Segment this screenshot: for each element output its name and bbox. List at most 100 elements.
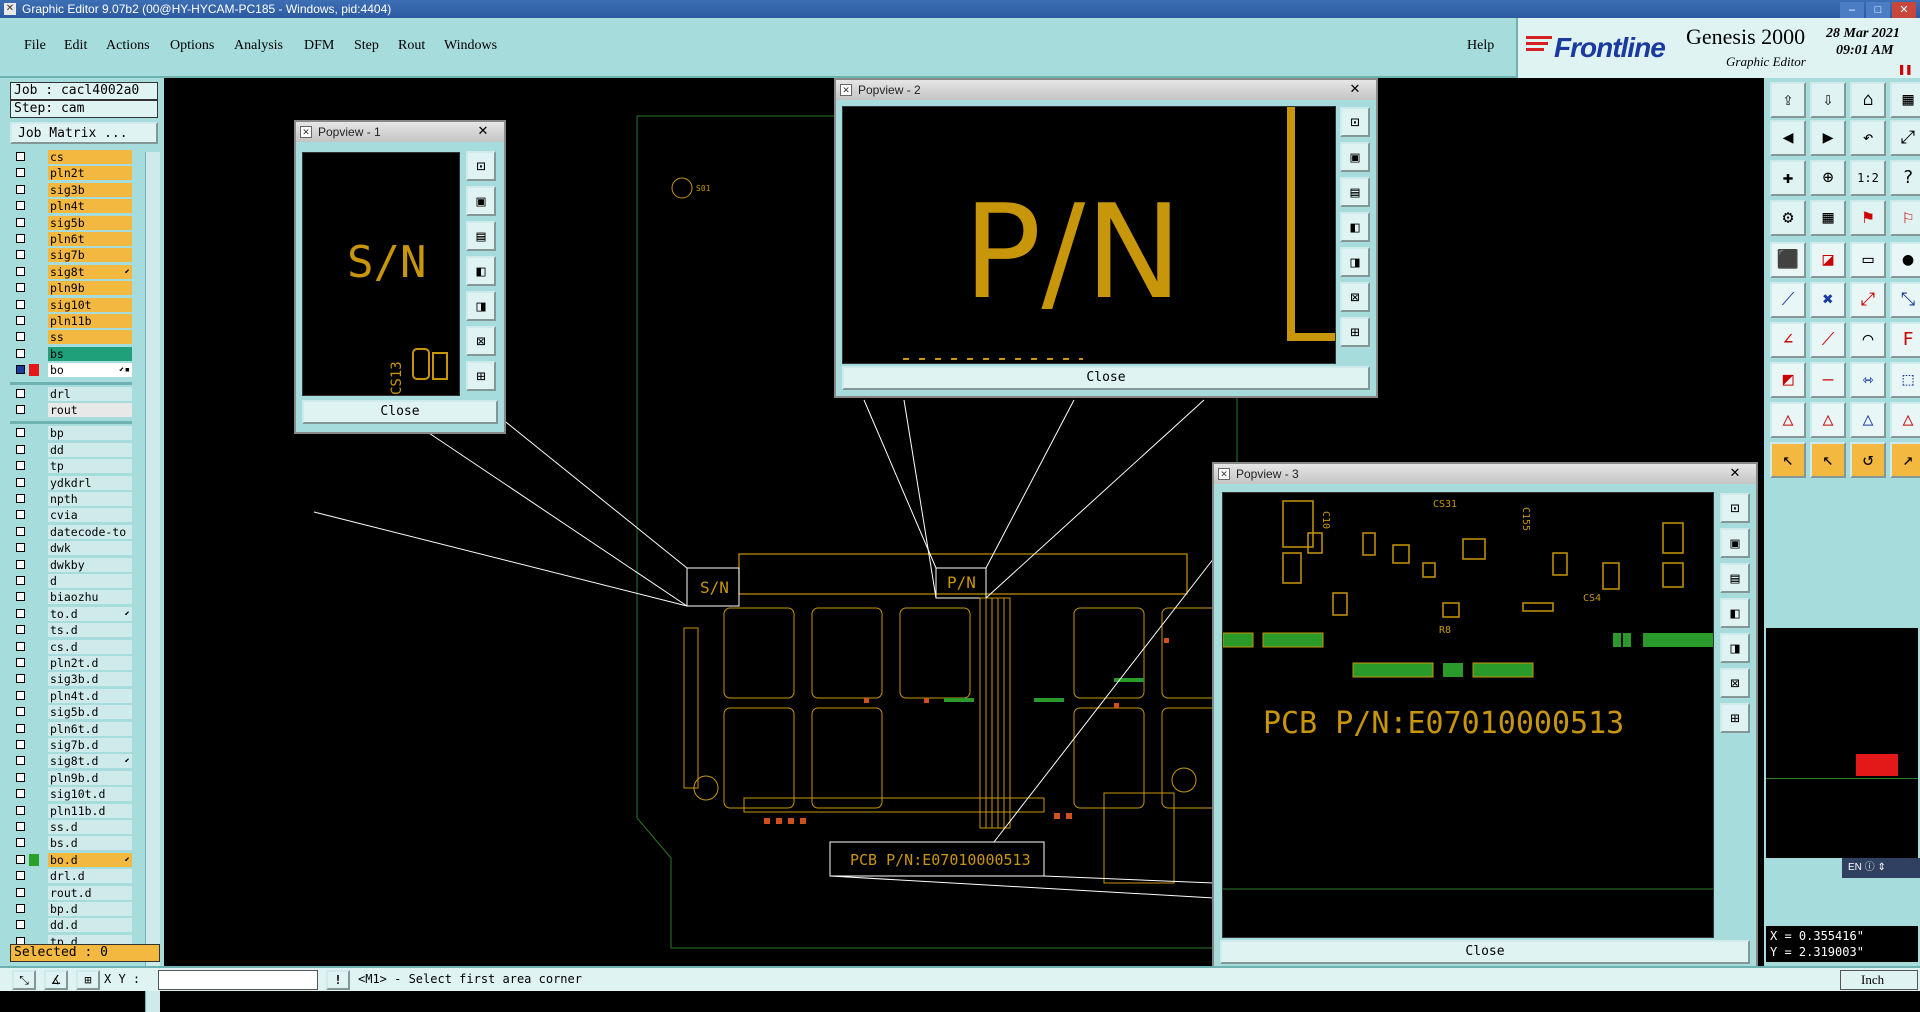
layer-name[interactable]: sig3b.d bbox=[48, 672, 132, 687]
layer-checkbox[interactable] bbox=[16, 184, 25, 194]
popview-3-titlebar[interactable]: ✕ Popview - 3 ✕ bbox=[1214, 464, 1756, 484]
slash-icon[interactable]: ⟋ bbox=[1810, 322, 1846, 358]
layer-row[interactable]: biaozhu bbox=[10, 590, 132, 605]
text-icon[interactable]: F bbox=[1890, 322, 1920, 358]
layer-checkbox[interactable] bbox=[16, 168, 25, 178]
layer-name[interactable]: pln9b bbox=[48, 281, 132, 296]
layer-name[interactable]: sig8t ⬋ bbox=[48, 264, 132, 279]
layer-row[interactable]: drl bbox=[10, 386, 132, 401]
route-icon[interactable]: ⬚ bbox=[1890, 362, 1920, 398]
angle-icon[interactable]: ∠ bbox=[1770, 322, 1806, 358]
pan-right-icon[interactable]: ◨ bbox=[466, 291, 496, 321]
popview-1-close-icon[interactable]: ✕ bbox=[468, 123, 498, 139]
minimap-viewport[interactable] bbox=[1856, 754, 1898, 776]
layer-checkbox[interactable] bbox=[16, 772, 25, 782]
layer-checkbox[interactable] bbox=[16, 641, 25, 651]
layer-row[interactable]: npth bbox=[10, 492, 132, 506]
layer-name[interactable]: sig3b bbox=[48, 182, 132, 197]
pan-left-icon[interactable]: ◀ bbox=[1770, 120, 1806, 156]
layer-checkbox[interactable] bbox=[16, 625, 25, 635]
layer-row[interactable]: bp bbox=[10, 426, 132, 441]
layer-row[interactable]: sig7b bbox=[10, 248, 132, 263]
layer-row[interactable]: bo.d ⬋ bbox=[10, 852, 132, 867]
layer-row[interactable]: bs bbox=[10, 346, 132, 361]
grid-toggle-icon[interactable]: ⊞ bbox=[76, 970, 100, 990]
ruler-icon[interactable]: ▭ bbox=[1850, 242, 1886, 278]
snap-angle-icon[interactable]: ∡ bbox=[44, 970, 68, 990]
popview-1-close-button[interactable]: Close bbox=[302, 400, 498, 424]
layer-row[interactable]: pln11b.d bbox=[10, 803, 132, 818]
snap-mode-icon[interactable]: ⚐ bbox=[1890, 200, 1920, 236]
layer-row[interactable]: ydkdrl bbox=[10, 475, 132, 490]
layer-name[interactable]: ydkdrl bbox=[48, 475, 132, 490]
layer-name[interactable]: sig5b.d bbox=[48, 705, 132, 720]
layer-row[interactable]: sig3b.d bbox=[10, 672, 132, 687]
layer-row[interactable]: pln4t.d bbox=[10, 688, 132, 703]
units-selector[interactable]: Inch bbox=[1840, 970, 1918, 990]
layer-name[interactable]: cs.d bbox=[48, 639, 132, 654]
layer-row[interactable]: dd bbox=[10, 442, 132, 457]
layer-checkbox[interactable] bbox=[16, 201, 25, 211]
layer-checkbox[interactable] bbox=[16, 250, 25, 260]
popview-2-close-icon[interactable]: ✕ bbox=[1340, 81, 1370, 97]
layer-name[interactable]: dd.d bbox=[48, 918, 132, 933]
layer-checkbox[interactable] bbox=[16, 388, 25, 398]
measure-icon[interactable]: ◪ bbox=[1810, 242, 1846, 278]
layer-row[interactable]: sig7b.d bbox=[10, 738, 132, 752]
zoom-home-icon[interactable]: ⊡ bbox=[1340, 107, 1370, 137]
maximize-button[interactable]: □ bbox=[1866, 2, 1890, 18]
settings-icon[interactable]: ⚙ bbox=[1770, 200, 1806, 236]
layer-name[interactable]: sig7b.d bbox=[48, 738, 132, 752]
pan-left-icon[interactable]: ◧ bbox=[1720, 598, 1750, 628]
window-titlebar[interactable]: ✕ Graphic Editor 9.07b2 (00@HY-HYCAM-PC1… bbox=[0, 0, 1920, 18]
menu-analysis[interactable]: Analysis bbox=[234, 38, 283, 54]
zoom-out-icon[interactable]: ▤ bbox=[1340, 177, 1370, 207]
fit-icon[interactable]: ⊠ bbox=[466, 326, 496, 356]
overview-minimap[interactable] bbox=[1766, 628, 1918, 858]
layer-row[interactable]: ss bbox=[10, 330, 132, 345]
layer-row[interactable]: dd.d bbox=[10, 918, 132, 933]
layer-name[interactable]: ts.d bbox=[48, 623, 132, 638]
job-matrix-button[interactable]: Job Matrix ... bbox=[10, 122, 158, 144]
layer-name[interactable]: tp bbox=[48, 459, 132, 474]
zoom-1-2-icon[interactable]: 1:2 bbox=[1850, 160, 1886, 196]
zoom-area-icon[interactable]: ⊞ bbox=[1340, 317, 1370, 347]
layer-checkbox[interactable] bbox=[16, 658, 25, 667]
layer-checkbox[interactable] bbox=[16, 332, 25, 342]
zoom-in-icon[interactable]: ▣ bbox=[1340, 142, 1370, 172]
zoom-back-icon[interactable]: ↶ bbox=[1850, 120, 1886, 156]
triangle-4-icon[interactable]: △ bbox=[1890, 402, 1920, 438]
triangle-3-icon[interactable]: △ bbox=[1850, 402, 1886, 438]
menu-windows[interactable]: Windows bbox=[444, 38, 497, 54]
add-line-icon[interactable]: ⟋ bbox=[1770, 282, 1806, 318]
language-indicator[interactable]: EN ⓘ ⇕ bbox=[1842, 858, 1920, 878]
layer-row[interactable]: sig10t bbox=[10, 297, 132, 312]
layer-row[interactable]: pln6t.d bbox=[10, 721, 132, 736]
layer-name[interactable]: dd bbox=[48, 442, 132, 457]
grid-icon[interactable]: ▦ bbox=[1810, 200, 1846, 236]
layer-row[interactable]: pln4t bbox=[10, 199, 132, 214]
layer-checkbox[interactable] bbox=[16, 920, 25, 930]
layer-name[interactable]: pln9b.d bbox=[48, 770, 132, 785]
layer-name[interactable]: sig8t.d ⬋ bbox=[48, 754, 132, 769]
layer-checkbox[interactable] bbox=[16, 740, 25, 749]
layer-row[interactable]: bs.d bbox=[10, 836, 132, 851]
open-step-icon[interactable]: ⇪ bbox=[1770, 82, 1806, 118]
layer-checkbox[interactable] bbox=[16, 674, 25, 684]
layer-row[interactable]: sig3b bbox=[10, 182, 132, 197]
layer-name[interactable]: pln4t.d bbox=[48, 688, 132, 703]
layer-row[interactable]: cs.d bbox=[10, 639, 132, 654]
menu-actions[interactable]: Actions bbox=[106, 38, 150, 54]
zoom-home-icon[interactable]: ⊡ bbox=[1720, 493, 1750, 523]
layer-checkbox[interactable] bbox=[16, 608, 25, 618]
layer-checkbox[interactable] bbox=[16, 234, 25, 243]
layer-name[interactable]: dwkby bbox=[48, 557, 132, 572]
resize-icon[interactable]: ⤡ bbox=[12, 970, 36, 990]
popview-1-window[interactable]: ✕ Popview - 1 ✕ S/N CS13 ⊡ ▣ ▤ ◧ ◨ ⊠ ⊞ C… bbox=[294, 120, 506, 434]
layer-name[interactable]: pln2t.d bbox=[48, 656, 132, 670]
layer-checkbox[interactable] bbox=[16, 494, 25, 503]
fit-icon[interactable]: ⊠ bbox=[1340, 282, 1370, 312]
cross-icon[interactable]: ✖ bbox=[1810, 282, 1846, 318]
zoom-area-icon[interactable]: ⊞ bbox=[466, 361, 496, 391]
copy-icon[interactable]: ⤡ bbox=[1890, 282, 1920, 318]
